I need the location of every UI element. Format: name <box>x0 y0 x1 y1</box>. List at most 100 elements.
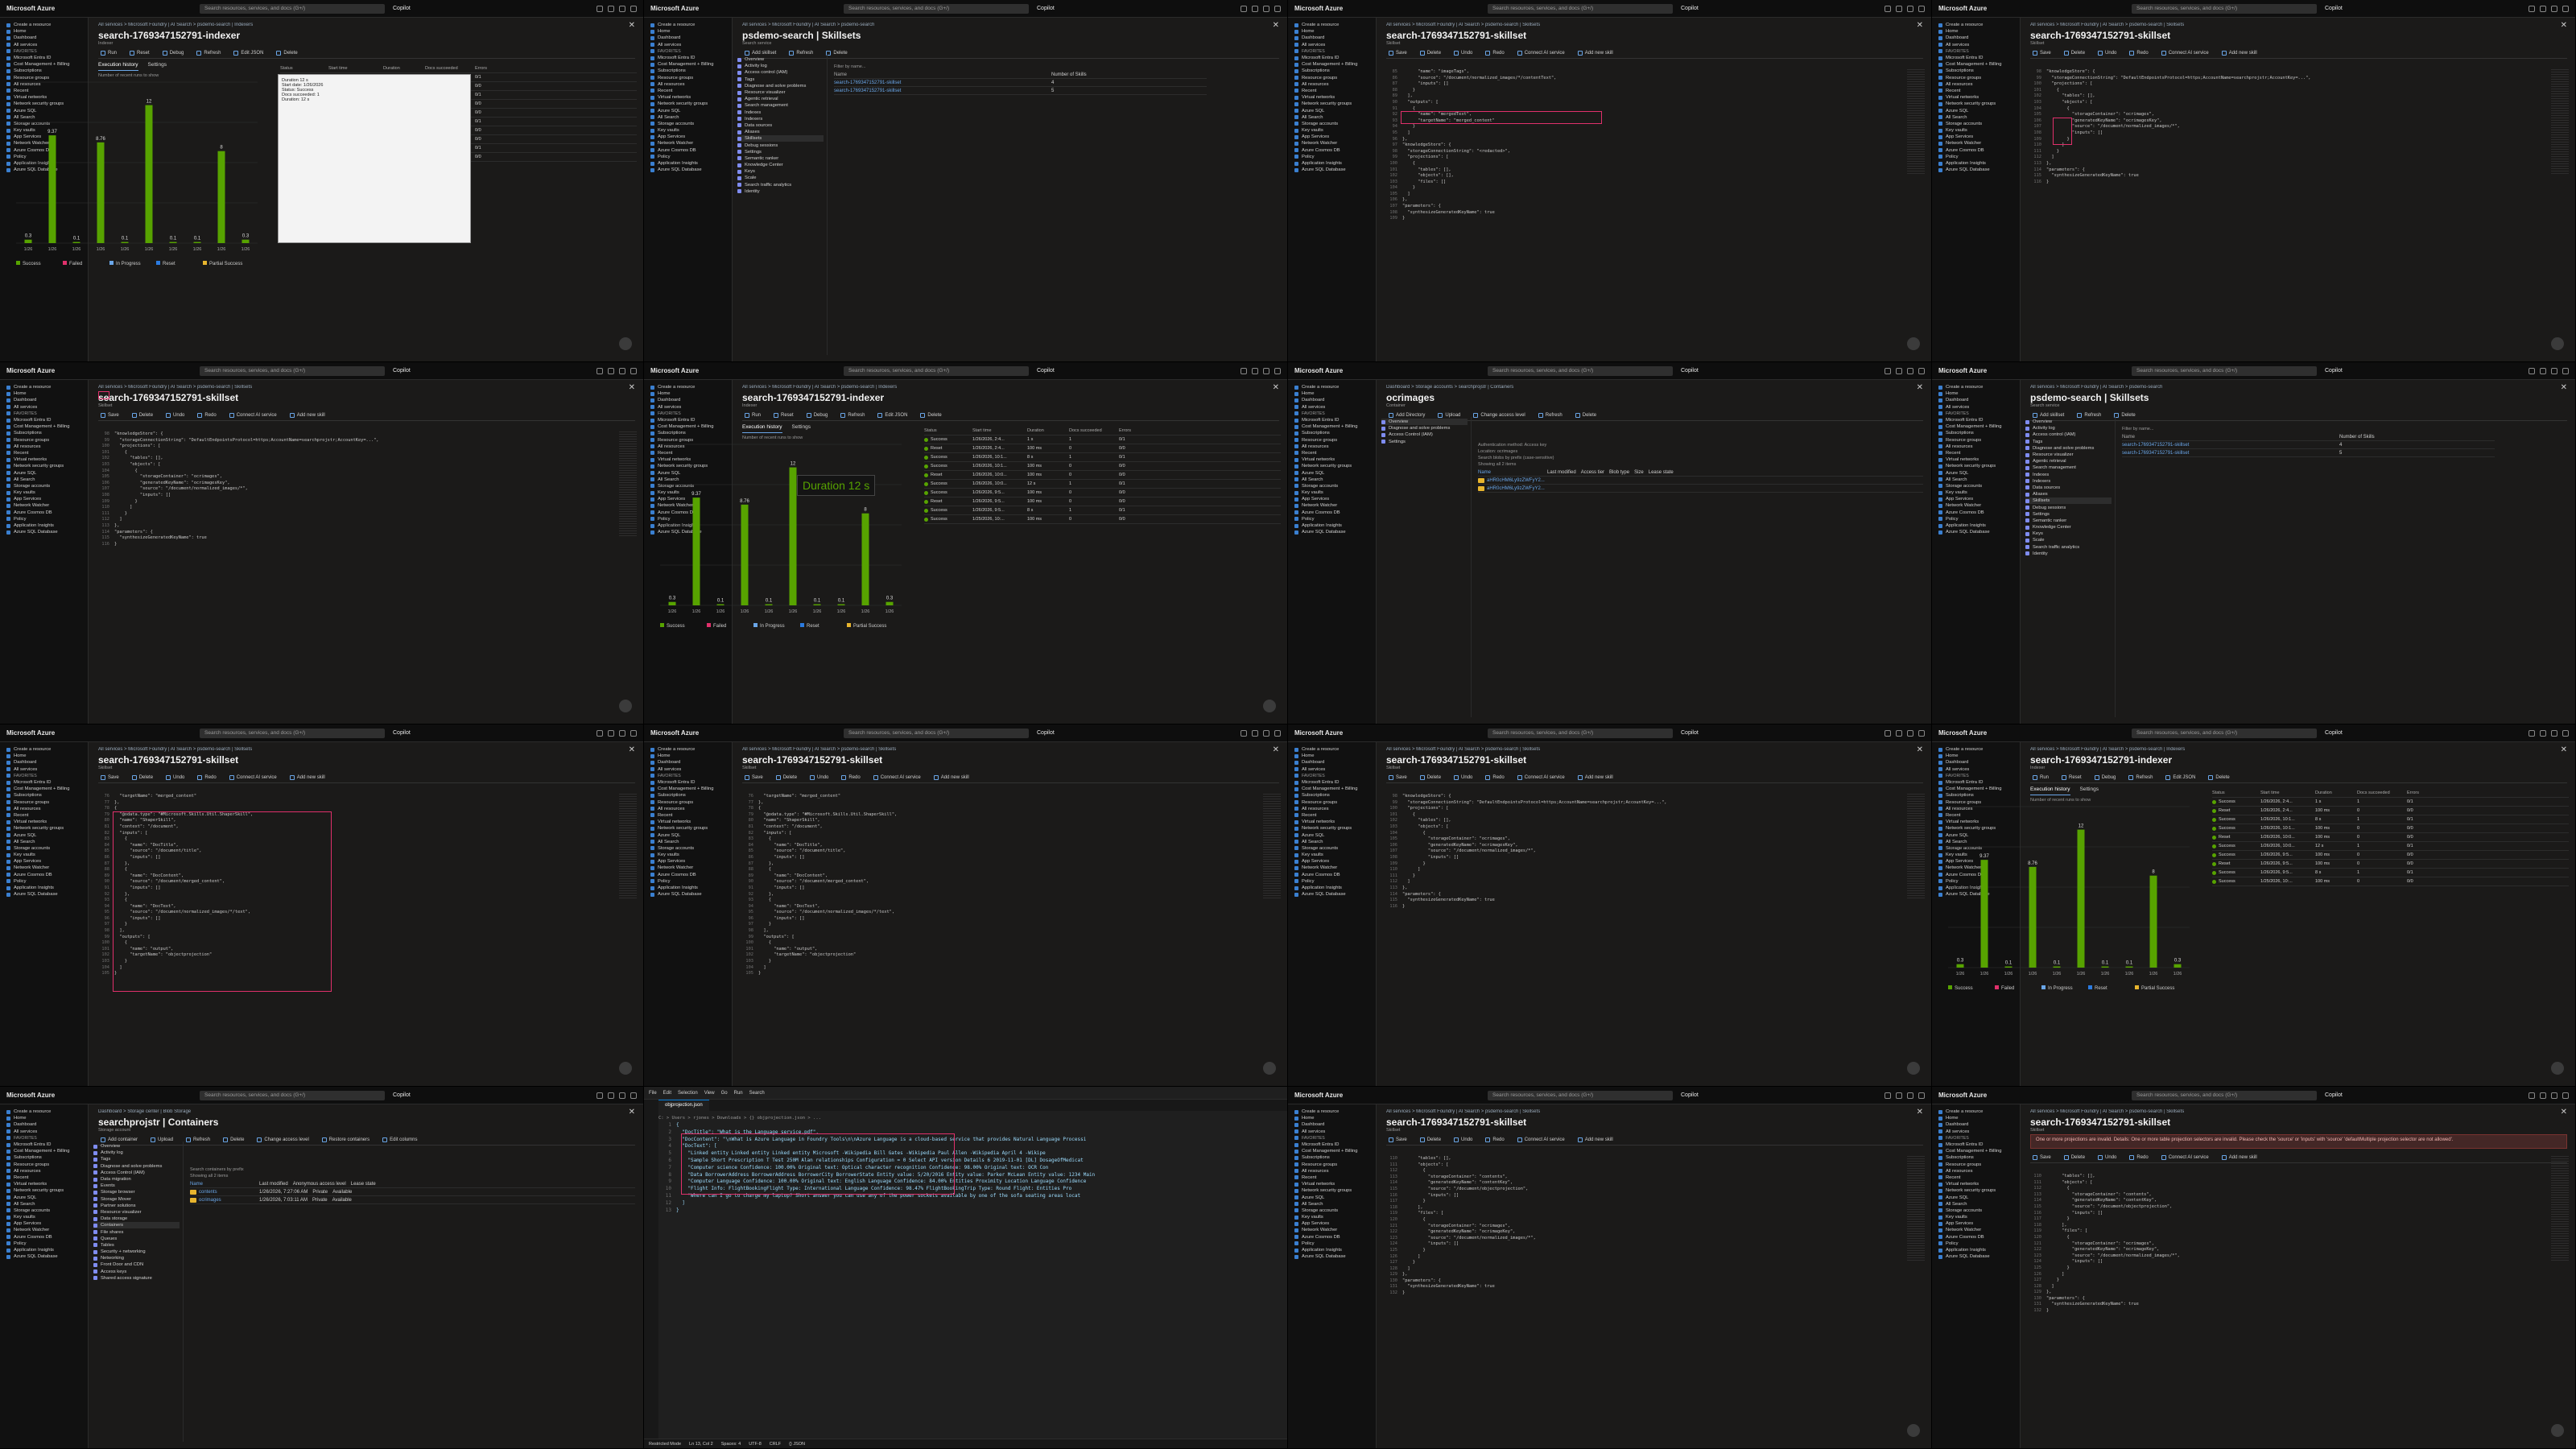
activity-bar[interactable] <box>644 1100 658 1439</box>
portal-menu-item[interactable]: App Services <box>1938 134 2013 140</box>
portal-menu-item[interactable]: Azure Cosmos DB <box>1294 147 1369 154</box>
portal-menu-item[interactable]: Policy <box>1938 516 2013 522</box>
command-button[interactable]: Connect AI service <box>1515 50 1567 56</box>
command-button[interactable]: Undo <box>1451 1137 1475 1143</box>
portal-menu-item[interactable]: Recent <box>1294 1174 1369 1181</box>
portal-menu-item[interactable]: Key vaults <box>6 489 81 496</box>
resource-menu-item[interactable]: Resource visualizer <box>2025 452 2112 458</box>
close-icon[interactable]: ✕ <box>1273 745 1279 754</box>
portal-menu-item[interactable]: All services <box>6 404 81 411</box>
vscode-search-input[interactable]: Search <box>749 1091 765 1096</box>
command-button[interactable]: Connect AI service <box>1515 774 1567 781</box>
portal-menu-item[interactable]: Network Watcher <box>1294 1227 1369 1233</box>
portal-menu-item[interactable]: App Services <box>6 1220 81 1227</box>
column-header[interactable]: Name <box>1478 470 1542 475</box>
legend-entry[interactable]: Failed <box>69 262 82 266</box>
portal-menu-item[interactable]: Dashboard <box>1938 1121 2013 1128</box>
breadcrumb[interactable]: All services > Microsoft Foundry | AI Se… <box>98 385 635 392</box>
portal-menu-item[interactable]: Home <box>6 1115 81 1121</box>
column-header[interactable]: Number of Skills <box>1051 72 1087 77</box>
breadcrumb[interactable]: All services > Microsoft Foundry | AI Se… <box>742 747 1279 754</box>
command-button[interactable]: Connect AI service <box>871 774 923 781</box>
portal-menu-item[interactable]: Dashboard <box>1938 35 2013 41</box>
editor-minimap[interactable] <box>2551 69 2569 174</box>
portal-menu-item[interactable]: Cost Management + Billing <box>1294 61 1369 68</box>
command-button[interactable]: Reset <box>771 412 796 419</box>
portal-menu-item[interactable]: Application Insights <box>1294 160 1369 167</box>
command-button[interactable]: Delete <box>1573 412 1599 419</box>
json-editor[interactable]: 98 "knowledgeStore": {99 "storageConnecti… <box>1385 794 1925 1080</box>
skillset-link[interactable]: search-1769347152791-skillset <box>2122 451 2339 456</box>
portal-menu-item[interactable]: Network Watcher <box>6 502 81 509</box>
command-button[interactable]: Delete <box>130 412 155 419</box>
table-row[interactable]: Success1/26/2026, 9:5...8 s10/1 <box>924 506 1281 515</box>
command-button[interactable]: Connect AI service <box>1515 1137 1567 1143</box>
portal-menu-item[interactable]: Azure SQL Database <box>6 529 81 535</box>
menu-item[interactable]: Edit <box>663 1091 671 1096</box>
resource-menu-item[interactable]: Activity log <box>737 63 824 69</box>
close-icon[interactable]: ✕ <box>1273 21 1279 30</box>
status-item[interactable]: UTF-8 <box>749 1442 762 1447</box>
global-search-input[interactable]: Search resources, services, and docs (G+… <box>1488 728 1673 738</box>
legend-entry[interactable]: Failed <box>713 624 726 629</box>
legend-entry[interactable]: Reset <box>2095 986 2107 991</box>
close-icon[interactable]: ✕ <box>629 21 635 30</box>
table-row[interactable]: search-1769347152791-skillset 4 <box>834 79 1207 87</box>
table-row[interactable]: Success1/26/2026, 10:1...8 s10/1 <box>2212 815 2569 824</box>
feedback-icon[interactable] <box>2562 367 2569 374</box>
column-header[interactable]: Lease state <box>1649 470 1674 475</box>
resource-menu-item[interactable]: Agentic retrieval <box>2025 458 2112 464</box>
resource-menu-item[interactable]: Storage browser <box>93 1189 180 1195</box>
resource-menu-item[interactable]: Skillsets <box>737 135 824 142</box>
command-button[interactable]: Save <box>98 412 122 419</box>
portal-menu-item[interactable]: Azure Cosmos DB <box>1294 1234 1369 1241</box>
table-row[interactable]: Success1/26/2026, 2:4...1 s10/1 <box>924 436 1281 444</box>
portal-menu-item[interactable]: Microsoft Entra ID <box>1938 55 2013 61</box>
portal-menu-item[interactable]: Dashboard <box>6 35 81 41</box>
portal-menu-item[interactable]: Home <box>1938 390 2013 397</box>
command-button[interactable]: Undo <box>163 412 187 419</box>
chart-bar[interactable] <box>121 242 129 243</box>
portal-menu-item[interactable]: Azure SQL <box>1938 1194 2013 1200</box>
portal-menu-item[interactable]: Policy <box>1938 1241 2013 1247</box>
json-editor[interactable]: 110 "tables": [], 111 "objects": [112 {11… <box>2029 1174 2569 1442</box>
portal-menu-item[interactable]: Azure Cosmos DB <box>6 872 81 878</box>
portal-menu-item[interactable]: Dashboard <box>6 397 81 403</box>
menu-item[interactable]: File <box>649 1091 657 1096</box>
feedback-icon[interactable] <box>1274 367 1281 374</box>
command-button[interactable]: Save <box>1386 50 1410 56</box>
portal-menu-item[interactable]: Azure SQL <box>1294 107 1369 114</box>
command-button[interactable]: Refresh <box>184 1137 213 1143</box>
portal-menu-item[interactable]: Dashboard <box>1938 759 2013 766</box>
command-button[interactable]: Save <box>742 774 766 781</box>
feedback-icon[interactable] <box>1907 1062 1920 1075</box>
resource-menu-item[interactable]: Knowledge Center <box>737 162 824 168</box>
breadcrumb[interactable]: All services > Microsoft Foundry | AI Se… <box>2030 23 2567 30</box>
portal-menu-item[interactable]: Azure SQL <box>1294 832 1369 838</box>
portal-menu-item[interactable]: FAVORITES <box>1294 1135 1369 1141</box>
command-button[interactable]: Delete <box>1418 774 1443 781</box>
portal-menu-item[interactable]: Application Insights <box>1938 522 2013 529</box>
portal-menu-item[interactable]: Dashboard <box>1938 397 2013 403</box>
global-search-input[interactable]: Search resources, services, and docs (G+… <box>2132 365 2317 376</box>
portal-menu-item[interactable]: Create a resource <box>1294 746 1369 753</box>
resource-menu-item[interactable]: Overview <box>737 56 824 63</box>
portal-menu-item[interactable]: Cost Management + Billing <box>6 61 81 68</box>
portal-menu-item[interactable]: FAVORITES <box>1294 48 1369 55</box>
portal-menu-item[interactable]: Policy <box>650 878 725 885</box>
command-button[interactable]: Redo <box>195 774 218 781</box>
global-search-input[interactable]: Search resources, services, and docs (G+… <box>844 728 1029 738</box>
column-header[interactable]: Errors <box>475 66 499 71</box>
notifications-icon[interactable] <box>1885 367 1891 374</box>
resource-menu-item[interactable]: Identity <box>2025 551 2112 557</box>
portal-menu-item[interactable]: Recent <box>6 1174 81 1181</box>
portal-menu-item[interactable]: Policy <box>6 1241 81 1247</box>
portal-menu-item[interactable]: Azure Cosmos DB <box>6 1234 81 1241</box>
portal-menu-item[interactable]: Microsoft Entra ID <box>1938 417 2013 423</box>
portal-menu-item[interactable]: Home <box>1294 1115 1369 1121</box>
command-button[interactable]: Redo <box>195 412 218 419</box>
portal-menu-item[interactable]: All resources <box>650 81 725 88</box>
container-filter-input[interactable]: Search containers by prefix <box>190 1167 635 1174</box>
legend-entry[interactable]: Success <box>667 624 685 629</box>
global-search-input[interactable]: Search resources, services, and docs (G+… <box>1488 3 1673 14</box>
